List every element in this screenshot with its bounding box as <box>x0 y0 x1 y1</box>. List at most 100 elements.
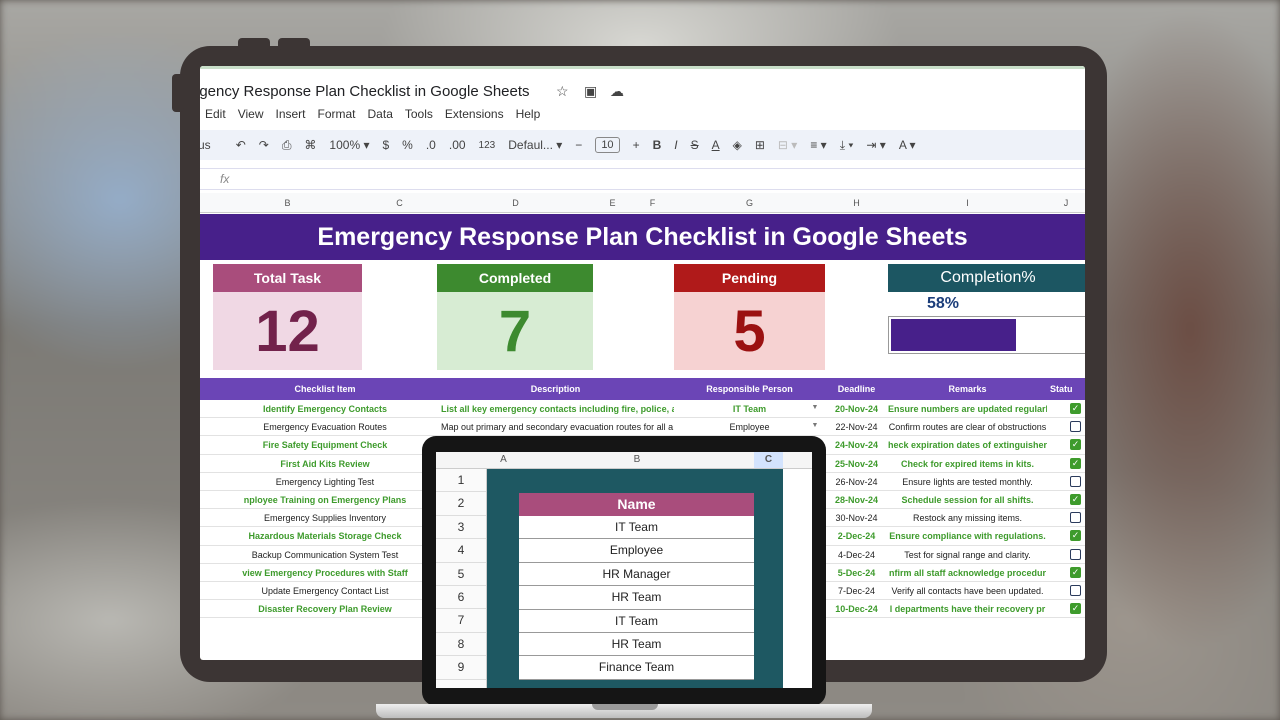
checklist-item: Emergency Evacuation Routes <box>263 422 387 433</box>
font-size-plus-icon[interactable]: + <box>633 138 640 152</box>
tablet-button <box>238 38 270 50</box>
column-header-b[interactable]: B <box>213 198 362 208</box>
horizontal-align-icon[interactable]: ≡ ▾ <box>810 138 826 152</box>
dropdown-arrow-icon[interactable]: ▼ <box>810 404 820 411</box>
row-number[interactable]: 9 <box>436 656 486 680</box>
name-cell[interactable]: IT Team <box>519 516 754 540</box>
column-header-d[interactable]: D <box>437 198 594 208</box>
completion-progress-bar <box>888 316 1085 354</box>
text-color-icon[interactable]: A <box>712 138 720 152</box>
status-checkbox[interactable] <box>1070 512 1081 524</box>
status-checkbox[interactable]: ✓ <box>1070 603 1081 615</box>
column-header-j[interactable]: J <box>1047 198 1085 208</box>
menu-format[interactable]: Format <box>318 107 356 121</box>
document-title[interactable]: ergency Response Plan Checklist in Googl… <box>200 83 530 100</box>
paint-format-icon[interactable]: ⌘ <box>304 138 316 152</box>
sheet-title: Emergency Response Plan Checklist in Goo… <box>200 214 1085 260</box>
remarks: Schedule session for all shifts. <box>901 494 1034 505</box>
status-checkbox[interactable] <box>1070 421 1081 433</box>
name-cell[interactable]: Finance Team <box>519 656 754 680</box>
font-size-minus-icon[interactable]: − <box>575 138 582 152</box>
laptop-column-a[interactable]: A <box>487 454 520 465</box>
menu-help[interactable]: Help <box>516 107 541 121</box>
laptop-row-numbers: 123456789 <box>436 469 487 688</box>
toolbar: us ↶ ↷ ⎙ ⌘ 100% ▾ $ % .0 .00 123 Defaul.… <box>200 130 1085 160</box>
name-cell[interactable]: Employee <box>519 539 754 563</box>
name-cell[interactable]: HR Manager <box>519 562 754 587</box>
laptop-column-b[interactable]: B <box>520 454 754 465</box>
font-size-input[interactable]: 10 <box>595 137 620 153</box>
status-checkbox[interactable] <box>1070 584 1081 596</box>
responsible-person[interactable]: Employee <box>674 422 825 432</box>
menu-tools[interactable]: Tools <box>405 107 433 121</box>
column-header-f[interactable]: F <box>631 198 674 208</box>
vertical-align-icon[interactable]: ⤓ ▾ <box>840 138 854 153</box>
status-checkbox[interactable]: ✓ <box>1070 403 1081 414</box>
checklist-item: Emergency Lighting Test <box>275 476 375 487</box>
status-checkbox[interactable]: ✓ <box>1070 457 1081 469</box>
name-cell[interactable]: HR Team <box>519 586 754 610</box>
laptop-column-c[interactable]: C <box>754 452 783 468</box>
responsible-person[interactable]: IT Team <box>674 404 825 414</box>
name-cell[interactable]: IT Team <box>519 609 754 633</box>
strikethrough-icon[interactable]: S <box>691 138 699 152</box>
menu-insert[interactable]: Insert <box>275 107 305 121</box>
deadline: 5-Dec-24 <box>837 567 876 578</box>
column-header-c[interactable]: C <box>362 198 437 208</box>
row-number[interactable]: 5 <box>436 563 486 586</box>
italic-icon[interactable]: I <box>674 138 677 152</box>
row-number[interactable]: 4 <box>436 539 486 563</box>
currency-format-button[interactable]: $ <box>382 138 389 152</box>
status-checkbox[interactable]: ✓ <box>1070 530 1081 542</box>
status-checkbox[interactable]: ✓ <box>1070 493 1081 505</box>
remarks: nfirm all staff acknowledge procedur <box>888 567 1047 578</box>
row-number[interactable]: 3 <box>436 516 486 540</box>
fill-color-icon[interactable]: ◈ <box>733 138 742 152</box>
column-header-h[interactable]: H <box>825 198 888 208</box>
move-folder-icon[interactable]: ▣ <box>584 83 597 100</box>
dropdown-arrow-icon[interactable]: ▼ <box>810 422 820 429</box>
total-task-card: Total Task 12 <box>213 264 362 370</box>
sheets-title-bar: ergency Response Plan Checklist in Googl… <box>200 66 1085 121</box>
row-number[interactable]: 7 <box>436 609 486 633</box>
cloud-icon[interactable]: ☁ <box>610 83 624 100</box>
row-number[interactable]: 2 <box>436 492 486 516</box>
remarks: Verify all contacts have been updated. <box>891 585 1044 596</box>
bold-icon[interactable]: B <box>653 138 662 152</box>
menu-data[interactable]: Data <box>368 107 393 121</box>
formula-bar[interactable]: fx <box>200 168 1085 190</box>
star-icon[interactable]: ☆ <box>556 83 569 100</box>
name-cell[interactable]: HR Team <box>519 632 754 657</box>
borders-icon[interactable]: ⊞ <box>755 138 765 152</box>
deadline: 2-Dec-24 <box>837 531 876 542</box>
menu-view[interactable]: View <box>238 107 264 121</box>
print-icon[interactable]: ⎙ <box>282 138 292 153</box>
increase-decimal-button[interactable]: .00 <box>449 138 466 152</box>
zoom-select[interactable]: 100% ▾ <box>329 138 369 152</box>
font-select[interactable]: Defaul... ▾ <box>508 138 562 152</box>
row-number[interactable]: 8 <box>436 633 486 657</box>
status-checkbox[interactable] <box>1070 548 1081 560</box>
column-header-g[interactable]: G <box>674 198 825 208</box>
status-checkbox[interactable]: ✓ <box>1070 439 1081 451</box>
menu-extensions[interactable]: Extensions <box>445 107 504 121</box>
search-menus[interactable]: us <box>200 138 211 152</box>
row-number[interactable]: 6 <box>436 586 486 610</box>
name-list-table: Name IT Team Employee HR Manager HR Team IT … <box>519 493 754 680</box>
text-wrapping-icon[interactable]: ⇥ ▾ <box>866 138 885 152</box>
more-formats-button[interactable]: 123 <box>479 140 496 151</box>
undo-icon[interactable]: ↶ <box>236 138 246 152</box>
status-checkbox[interactable]: ✓ <box>1070 566 1081 578</box>
status-checkbox[interactable] <box>1070 475 1081 487</box>
deadline: 10-Dec-24 <box>835 604 878 615</box>
decrease-decimal-button[interactable]: .0 <box>426 138 436 152</box>
percent-format-button[interactable]: % <box>402 138 413 152</box>
column-header-i[interactable]: I <box>888 198 1047 208</box>
redo-icon[interactable]: ↷ <box>259 138 269 152</box>
column-header-e[interactable]: E <box>594 198 631 208</box>
text-rotation-icon[interactable]: A ▾ <box>899 138 916 152</box>
menu-edit[interactable]: Edit <box>205 107 226 121</box>
row-number[interactable]: 1 <box>436 469 486 493</box>
pending-value: 5 <box>674 292 825 370</box>
merge-cells-icon[interactable]: ⊟ ▾ <box>778 138 797 152</box>
